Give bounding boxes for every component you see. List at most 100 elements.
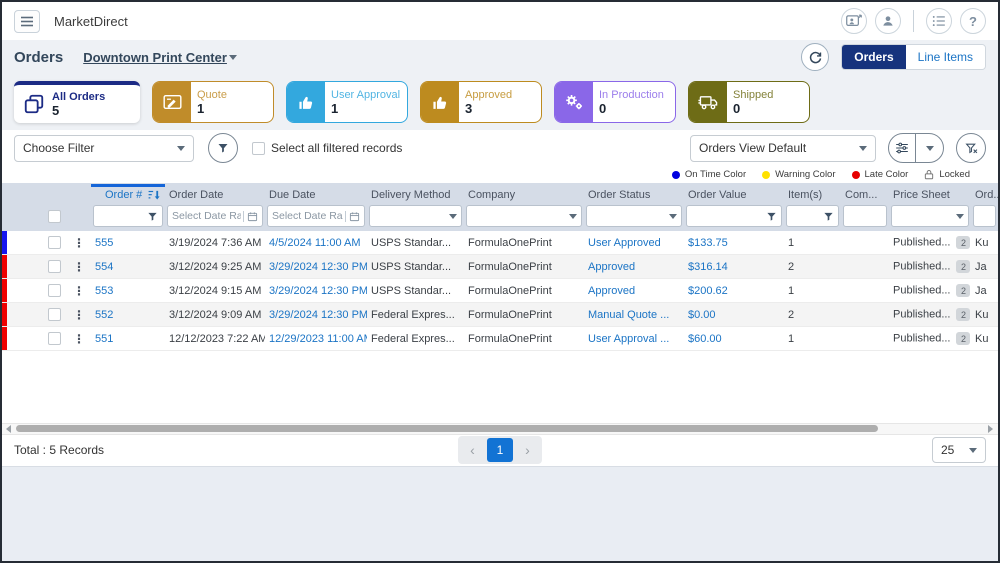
row-menu-icon[interactable]: ⋮ bbox=[73, 332, 85, 346]
view-settings-button[interactable] bbox=[889, 134, 916, 162]
due-date-link[interactable]: 4/5/2024 11:00 AM bbox=[269, 237, 361, 249]
order-number-link[interactable]: 553 bbox=[95, 285, 113, 297]
next-page-button[interactable]: › bbox=[515, 438, 540, 462]
apply-filter-button[interactable] bbox=[208, 133, 238, 163]
column-header-items[interactable]: Item(s) bbox=[784, 184, 841, 204]
column-header-order-value[interactable]: Order Value bbox=[684, 184, 784, 204]
due-date-link[interactable]: 12/29/2023 11:00 AM bbox=[269, 333, 367, 345]
hamburger-menu-button[interactable] bbox=[14, 10, 40, 33]
order-status-link[interactable]: Manual Quote ... bbox=[588, 309, 669, 321]
row-menu-icon[interactable]: ⋮ bbox=[73, 260, 85, 274]
view-settings-dropdown-button[interactable] bbox=[916, 134, 943, 162]
user-account-button[interactable] bbox=[875, 8, 901, 34]
order-value-link[interactable]: $0.00 bbox=[688, 309, 716, 321]
price-sheet-badge[interactable]: 2 bbox=[956, 260, 970, 273]
column-header-company[interactable]: Company bbox=[464, 184, 584, 204]
page-size-select[interactable]: 25 bbox=[932, 437, 986, 463]
location-selector-link[interactable]: Downtown Print Center bbox=[83, 50, 227, 65]
view-select[interactable]: Orders View Default bbox=[690, 135, 876, 162]
price-sheet-badge[interactable]: 2 bbox=[956, 332, 970, 345]
price-sheet-badge[interactable]: 2 bbox=[956, 308, 970, 321]
filter-order-date-input[interactable] bbox=[172, 210, 241, 222]
funnel-icon[interactable] bbox=[823, 211, 834, 222]
card-shipped[interactable]: Shipped 0 bbox=[688, 81, 810, 123]
due-date-link[interactable]: 3/29/2024 12:30 PM bbox=[269, 261, 367, 273]
card-quote[interactable]: Quote 1 bbox=[152, 81, 274, 123]
column-header-due-date[interactable]: Due Date bbox=[265, 184, 367, 204]
card-user-approval[interactable]: User Approval 1 bbox=[286, 81, 408, 123]
scroll-right-button[interactable] bbox=[984, 425, 996, 433]
toggle-orders-button[interactable]: Orders bbox=[842, 45, 905, 69]
row-menu-icon[interactable]: ⋮ bbox=[73, 284, 85, 298]
select-all-checkbox[interactable] bbox=[252, 142, 265, 155]
filter-items-input[interactable] bbox=[791, 210, 823, 222]
filter-ordered-by-input[interactable] bbox=[978, 210, 991, 222]
row-checkbox[interactable] bbox=[48, 308, 61, 321]
column-header-delivery-method[interactable]: Delivery Method bbox=[367, 184, 464, 204]
order-number-link[interactable]: 552 bbox=[95, 309, 113, 321]
storefront-preview-button[interactable] bbox=[841, 8, 867, 34]
row-checkbox[interactable] bbox=[48, 236, 61, 249]
table-row[interactable]: ⋮ 554 3/12/2024 9:25 AM 3/29/2024 12:30 … bbox=[2, 255, 998, 279]
order-number-link[interactable]: 551 bbox=[95, 333, 113, 345]
row-menu-icon[interactable]: ⋮ bbox=[73, 236, 85, 250]
filter-comments-input[interactable] bbox=[848, 210, 882, 222]
row-checkbox[interactable] bbox=[48, 260, 61, 273]
filter-order-number-input[interactable] bbox=[98, 210, 147, 222]
calendar-icon[interactable] bbox=[243, 211, 258, 222]
filter-price-sheet-select[interactable] bbox=[891, 205, 969, 227]
due-date-link[interactable]: 3/29/2024 12:30 PM bbox=[269, 309, 367, 321]
funnel-icon[interactable] bbox=[147, 211, 158, 222]
card-count: 1 bbox=[197, 101, 227, 116]
order-value-link[interactable]: $133.75 bbox=[688, 237, 728, 249]
order-status-link[interactable]: Approved bbox=[588, 261, 635, 273]
order-value-link[interactable]: $60.00 bbox=[688, 333, 722, 345]
calendar-icon[interactable] bbox=[345, 211, 360, 222]
horizontal-scrollbar[interactable] bbox=[2, 423, 998, 435]
row-checkbox[interactable] bbox=[48, 284, 61, 297]
table-row[interactable]: ⋮ 553 3/12/2024 9:15 AM 3/29/2024 12:30 … bbox=[2, 279, 998, 303]
previous-page-button[interactable]: ‹ bbox=[460, 438, 485, 462]
order-status-link[interactable]: User Approved bbox=[588, 237, 661, 249]
help-button[interactable]: ? bbox=[960, 8, 986, 34]
company: FormulaOnePrint bbox=[464, 309, 584, 321]
price-sheet-badge[interactable]: 2 bbox=[956, 284, 970, 297]
order-number-link[interactable]: 555 bbox=[95, 237, 113, 249]
column-header-order-date[interactable]: Order Date bbox=[165, 184, 265, 204]
task-list-button[interactable] bbox=[926, 8, 952, 34]
funnel-icon[interactable] bbox=[766, 211, 777, 222]
card-all-orders[interactable]: All Orders 5 bbox=[14, 81, 140, 123]
table-row[interactable]: ⋮ 551 12/12/2023 7:22 AM 12/29/2023 11:0… bbox=[2, 327, 998, 351]
filter-due-date-input[interactable] bbox=[272, 210, 343, 222]
order-number-link[interactable]: 554 bbox=[95, 261, 113, 273]
order-value-link[interactable]: $316.14 bbox=[688, 261, 728, 273]
card-in-production[interactable]: In Production 0 bbox=[554, 81, 676, 123]
filter-company-select[interactable] bbox=[466, 205, 582, 227]
toggle-line-items-button[interactable]: Line Items bbox=[906, 45, 985, 69]
column-header-ordered-by[interactable]: Ord... bbox=[971, 184, 998, 204]
order-status-link[interactable]: User Approval ... bbox=[588, 333, 669, 345]
column-header-order-number[interactable]: Order # bbox=[91, 184, 165, 204]
table-row[interactable]: ⋮ 552 3/12/2024 9:09 AM 3/29/2024 12:30 … bbox=[2, 303, 998, 327]
column-header-comments[interactable]: Com... bbox=[841, 184, 889, 204]
column-header-price-sheet[interactable]: Price Sheet bbox=[889, 184, 971, 204]
scrollbar-thumb[interactable] bbox=[16, 425, 878, 432]
order-status-link[interactable]: Approved bbox=[588, 285, 635, 297]
card-approved[interactable]: Approved 3 bbox=[420, 81, 542, 123]
header-select-all-checkbox[interactable] bbox=[48, 210, 61, 223]
filter-delivery-method-select[interactable] bbox=[369, 205, 462, 227]
order-value-link[interactable]: $200.62 bbox=[688, 285, 728, 297]
row-checkbox[interactable] bbox=[48, 332, 61, 345]
price-sheet-badge[interactable]: 2 bbox=[956, 236, 970, 249]
row-menu-icon[interactable]: ⋮ bbox=[73, 308, 85, 322]
refresh-button[interactable] bbox=[801, 43, 829, 71]
page-number-button[interactable]: 1 bbox=[487, 438, 513, 462]
filter-order-value-input[interactable] bbox=[691, 210, 766, 222]
scroll-left-button[interactable] bbox=[2, 425, 14, 433]
filter-order-status-select[interactable] bbox=[586, 205, 682, 227]
clear-filter-button[interactable] bbox=[956, 133, 986, 163]
choose-filter-select[interactable]: Choose Filter bbox=[14, 135, 194, 162]
due-date-link[interactable]: 3/29/2024 12:30 PM bbox=[269, 285, 367, 297]
table-row[interactable]: ⋮ 555 3/19/2024 7:36 AM 4/5/2024 11:00 A… bbox=[2, 231, 998, 255]
column-header-order-status[interactable]: Order Status bbox=[584, 184, 684, 204]
